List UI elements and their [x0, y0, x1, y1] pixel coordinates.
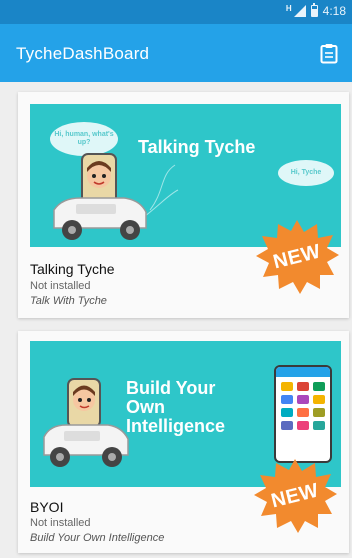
app-description: Build Your Own Intelligence	[30, 532, 165, 544]
status-time: 4:18	[322, 4, 346, 18]
clipboard-icon	[320, 43, 338, 63]
new-badge: NEW	[252, 457, 338, 535]
app-name: Talking Tyche	[30, 261, 115, 277]
app-description: Talk With Tyche	[30, 295, 107, 307]
install-status: Not installed	[30, 517, 91, 529]
install-status: Not installed	[30, 280, 91, 292]
banner-title: Build Your Own Intelligence	[126, 378, 226, 436]
speech-bubble-right: Hi, Tyche	[278, 160, 334, 186]
app-bar: TycheDashBoard	[0, 24, 352, 82]
status-icons: H 4:18	[285, 3, 346, 18]
battery-icon	[310, 3, 318, 17]
clipboard-button[interactable]	[314, 38, 344, 68]
robot-car-illustration	[53, 153, 179, 240]
network-type-label: H	[285, 3, 292, 13]
app-card-byoi[interactable]: Build Your Own Intelligence BYOI Not ins…	[18, 331, 349, 553]
status-bar: H 4:18	[0, 0, 352, 24]
app-card-talking-tyche[interactable]: Hi, human, what's up? Hi, Tyche Talking …	[18, 92, 349, 318]
app-title: TycheDashBoard	[16, 44, 150, 63]
robot-car-illustration	[43, 378, 129, 467]
signal-icon	[293, 5, 306, 17]
new-badge: NEW	[254, 218, 340, 296]
app-name: BYOI	[30, 499, 64, 515]
